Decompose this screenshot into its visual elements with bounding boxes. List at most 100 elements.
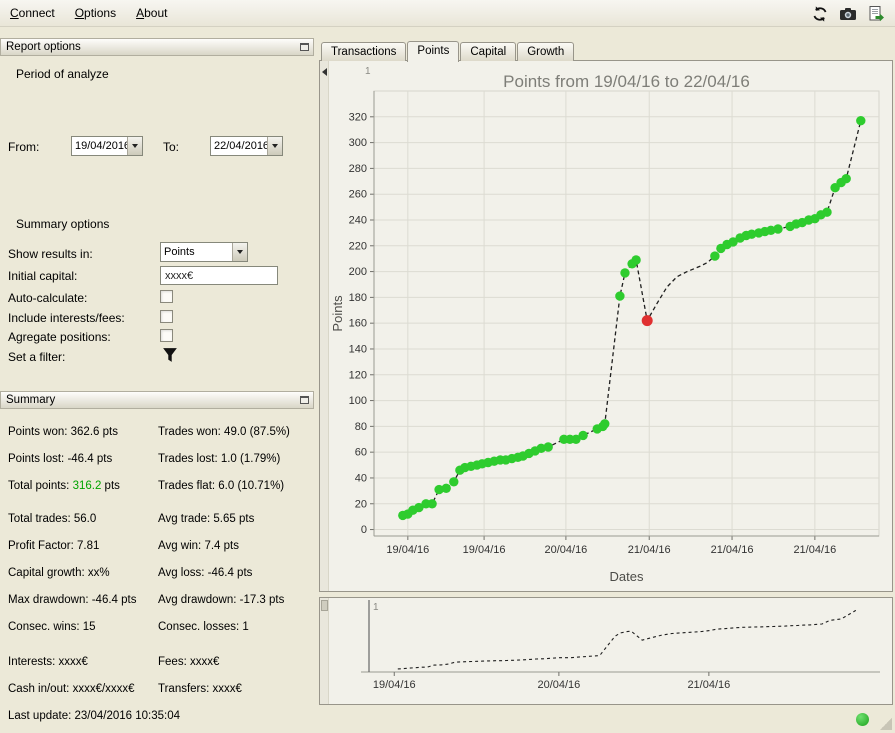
summary-stat-left: Points lost: -46.4 pts bbox=[8, 453, 112, 465]
dock-icon[interactable] bbox=[300, 43, 309, 51]
svg-text:140: 140 bbox=[349, 343, 367, 355]
tab-transactions[interactable]: Transactions bbox=[321, 42, 406, 61]
refresh-icon[interactable] bbox=[809, 3, 831, 24]
svg-text:1: 1 bbox=[365, 66, 371, 77]
svg-text:21/04/16: 21/04/16 bbox=[793, 544, 836, 556]
export-icon[interactable] bbox=[865, 3, 887, 24]
resize-grip[interactable] bbox=[880, 718, 892, 730]
summary-stat-left: Points won: 362.6 pts bbox=[8, 426, 118, 438]
summary-stat-right: Transfers: xxxx€ bbox=[158, 683, 242, 695]
total-points-value: 316.2 bbox=[73, 480, 102, 492]
svg-text:21/04/16: 21/04/16 bbox=[628, 544, 671, 556]
to-date-select[interactable]: 22/04/2016 bbox=[210, 136, 283, 156]
from-label: From: bbox=[8, 140, 39, 154]
summary-grid: Points won: 362.6 pts Trades won: 49.0 (8… bbox=[0, 420, 315, 710]
svg-text:240: 240 bbox=[349, 214, 367, 226]
main-chart-panel: 0204060801001201401601802002202402602803… bbox=[319, 60, 893, 592]
chart-splitter-strip[interactable] bbox=[320, 61, 329, 591]
summary-stat-left: Total points: 316.2 pts bbox=[8, 480, 120, 492]
auto-calculate-checkbox[interactable] bbox=[160, 290, 173, 303]
svg-text:Points: Points bbox=[330, 295, 345, 332]
summary-stat-left: Cash in/out: xxxx€/xxxx€ bbox=[8, 683, 135, 695]
svg-text:60: 60 bbox=[355, 447, 367, 459]
scrollbar-thumb[interactable] bbox=[321, 600, 328, 611]
svg-text:20/04/16: 20/04/16 bbox=[544, 544, 587, 556]
show-results-select[interactable]: Points bbox=[160, 242, 248, 262]
svg-text:19/04/16: 19/04/16 bbox=[386, 544, 429, 556]
svg-text:40: 40 bbox=[355, 472, 367, 484]
toolbar-icons bbox=[809, 3, 887, 24]
to-label: To: bbox=[163, 140, 179, 154]
dock-icon[interactable] bbox=[300, 396, 309, 404]
svg-text:80: 80 bbox=[355, 421, 367, 433]
tab-points[interactable]: Points bbox=[407, 41, 459, 62]
tab-capital[interactable]: Capital bbox=[460, 42, 516, 61]
summary-stat-right: Avg loss: -46.4 pts bbox=[158, 567, 252, 579]
chevron-down-icon[interactable] bbox=[267, 137, 282, 155]
svg-text:0: 0 bbox=[361, 524, 367, 536]
connection-status-dot bbox=[856, 713, 869, 726]
report-options-title: Report options bbox=[6, 41, 81, 53]
show-results-value: Points bbox=[161, 246, 232, 258]
nav-chart-svg[interactable]: 19/04/16 20/04/16 21/04/16 1 bbox=[329, 598, 892, 704]
aggregate-positions-label: Agregate positions: bbox=[8, 330, 111, 344]
auto-calculate-label: Auto-calculate: bbox=[8, 291, 87, 305]
svg-text:21/04/16: 21/04/16 bbox=[711, 544, 754, 556]
svg-text:1: 1 bbox=[373, 602, 379, 613]
svg-text:Points from 19/04/16 to 22/04/: Points from 19/04/16 to 22/04/16 bbox=[503, 72, 750, 91]
svg-text:160: 160 bbox=[349, 318, 367, 330]
summary-stat-left: Consec. wins: 15 bbox=[8, 621, 96, 633]
last-update-text: Last update: 23/04/2016 10:35:04 bbox=[8, 710, 180, 722]
svg-text:200: 200 bbox=[349, 266, 367, 278]
report-options-panel: Report options Period of analyze From: 1… bbox=[0, 0, 315, 733]
include-interests-checkbox[interactable] bbox=[160, 310, 173, 323]
svg-text:20: 20 bbox=[355, 498, 367, 510]
include-interests-label: Include interests/fees: bbox=[8, 311, 125, 325]
svg-text:19/04/16: 19/04/16 bbox=[463, 544, 506, 556]
svg-text:120: 120 bbox=[349, 369, 367, 381]
summary-stat-left: Profit Factor: 7.81 bbox=[8, 540, 99, 552]
show-results-label: Show results in: bbox=[8, 247, 93, 261]
svg-text:21/04/16: 21/04/16 bbox=[687, 679, 730, 691]
chevron-down-icon[interactable] bbox=[232, 243, 247, 261]
aggregate-positions-checkbox[interactable] bbox=[160, 329, 173, 342]
chart-splitter-strip[interactable] bbox=[320, 598, 329, 704]
chevron-down-icon[interactable] bbox=[127, 137, 142, 155]
summary-stat-right: Trades won: 49.0 (87.5%) bbox=[158, 426, 290, 438]
svg-text:280: 280 bbox=[349, 163, 367, 175]
summary-stat-right: Avg drawdown: -17.3 pts bbox=[158, 594, 284, 606]
summary-title: Summary bbox=[6, 394, 55, 406]
summary-stat-left: Total trades: 56.0 bbox=[8, 513, 96, 525]
summary-stat-right: Consec. losses: 1 bbox=[158, 621, 249, 633]
summary-stat-right: Fees: xxxx€ bbox=[158, 656, 219, 668]
svg-text:220: 220 bbox=[349, 240, 367, 252]
summary-stat-left: Interests: xxxx€ bbox=[8, 656, 88, 668]
filter-icon[interactable] bbox=[162, 347, 178, 363]
svg-text:Dates: Dates bbox=[610, 569, 644, 584]
report-options-header[interactable]: Report options bbox=[0, 38, 314, 56]
initial-capital-input[interactable] bbox=[160, 266, 278, 285]
svg-text:20/04/16: 20/04/16 bbox=[537, 679, 580, 691]
svg-text:260: 260 bbox=[349, 189, 367, 201]
tab-bar: TransactionsPointsCapitalGrowth bbox=[318, 37, 575, 61]
period-of-analyze-label: Period of analyze bbox=[16, 67, 109, 81]
summary-options-label: Summary options bbox=[16, 217, 109, 231]
summary-stat-left: Max drawdown: -46.4 pts bbox=[8, 594, 136, 606]
summary-stat-right: Avg trade: 5.65 pts bbox=[158, 513, 254, 525]
svg-text:19/04/16: 19/04/16 bbox=[373, 679, 416, 691]
svg-text:300: 300 bbox=[349, 137, 367, 149]
from-date-value: 19/04/2016 bbox=[72, 140, 127, 152]
to-date-value: 22/04/2016 bbox=[211, 140, 267, 152]
from-date-select[interactable]: 19/04/2016 bbox=[71, 136, 143, 156]
summary-header[interactable]: Summary bbox=[0, 391, 314, 409]
collapse-left-icon[interactable] bbox=[322, 68, 327, 76]
camera-icon[interactable] bbox=[837, 3, 859, 24]
tab-growth[interactable]: Growth bbox=[517, 42, 574, 61]
summary-stat-right: Avg win: 7.4 pts bbox=[158, 540, 239, 552]
summary-stat-left: Capital growth: xx% bbox=[8, 567, 110, 579]
overview-chart-panel: 19/04/16 20/04/16 21/04/16 1 bbox=[319, 597, 893, 705]
main-chart-svg[interactable]: 0204060801001201401601802002202402602803… bbox=[329, 61, 892, 591]
initial-capital-label: Initial capital: bbox=[8, 269, 77, 283]
summary-stat-right: Trades flat: 6.0 (10.71%) bbox=[158, 480, 284, 492]
set-filter-label: Set a filter: bbox=[8, 350, 65, 364]
